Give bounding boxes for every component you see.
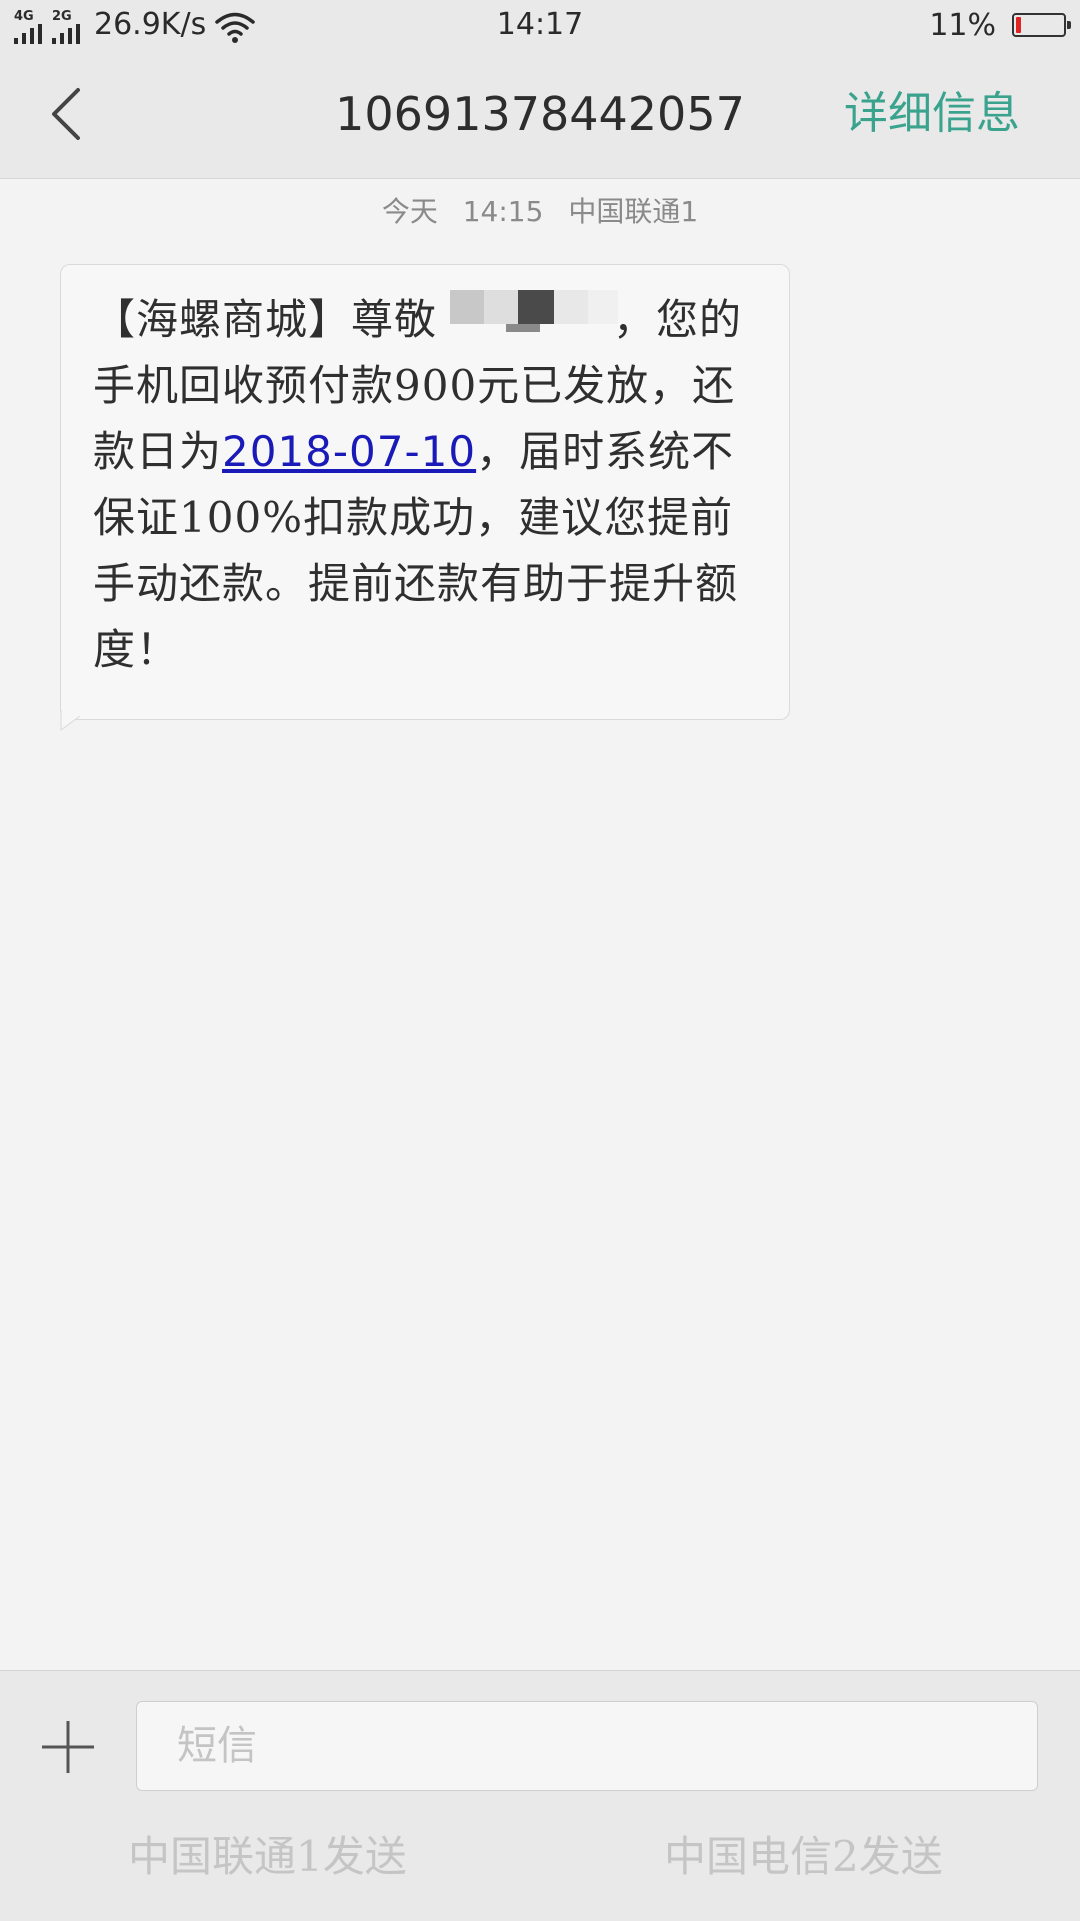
send-sim2-button[interactable]: 中国电信2发送 — [664, 1829, 943, 1885]
send-sim1-button[interactable]: 中国联通1发送 — [128, 1829, 407, 1885]
add-attachment-button[interactable] — [38, 1717, 98, 1777]
message-timestamp: 今天 14:15 中国联通1 — [0, 192, 1080, 232]
title-bar: 10691378442057 详细信息 — [0, 50, 1080, 179]
timestamp-carrier: 中国联通1 — [568, 195, 699, 228]
clock: 14:17 — [496, 7, 584, 42]
timestamp-day: 今天 — [381, 195, 438, 228]
status-right: 11% — [929, 6, 1071, 44]
plus-icon — [42, 1721, 94, 1773]
redaction-mosaic — [420, 266, 618, 332]
composer: 中国联通1发送 中国电信2发送 — [0, 1670, 1080, 1921]
battery-level-fill — [1016, 17, 1022, 33]
sms-input[interactable] — [136, 1701, 1038, 1791]
message-text: 【海螺商城】尊敬 ，您的手机回收预付款900元已发放，还款日为2018-07-10… — [93, 287, 769, 683]
timestamp-time: 14:15 — [462, 195, 544, 228]
battery-percent: 11% — [929, 7, 996, 43]
date-link[interactable]: 2018-07-10 — [222, 427, 476, 476]
details-button[interactable]: 详细信息 — [844, 86, 1020, 142]
status-bar: 4G 2G 26.9K/s 14:17 11% — [0, 0, 1080, 50]
message-part-1: 【海螺商城】尊敬 — [93, 295, 438, 344]
bubble-tail — [60, 710, 82, 731]
battery-icon — [1012, 13, 1071, 37]
